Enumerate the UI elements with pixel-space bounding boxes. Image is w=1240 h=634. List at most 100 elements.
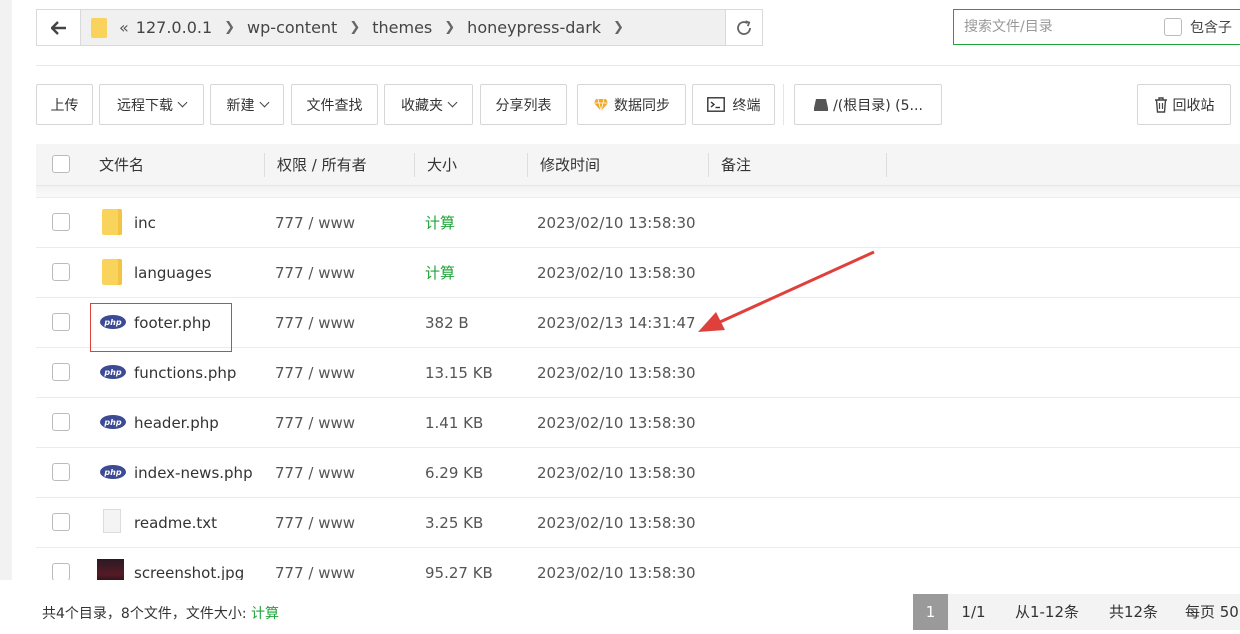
breadcrumb-item[interactable]: 127.0.0.1	[136, 18, 212, 37]
file-mtime: 2023/02/13 14:31:47	[537, 314, 696, 332]
table-row[interactable]: readme.txt 777 / www 3.25 KB 2023/02/10 …	[36, 498, 1240, 548]
terminal-label: 终端	[732, 97, 761, 114]
row-checkbox[interactable]	[52, 463, 70, 481]
file-size: 6.29 KB	[425, 464, 484, 482]
refresh-icon	[737, 19, 751, 35]
column-resizer[interactable]	[264, 153, 265, 177]
file-size: 3.25 KB	[425, 514, 484, 532]
upload-label: 上传	[50, 97, 79, 114]
include-subdir-label: 包含子	[1190, 20, 1232, 36]
image-thumbnail-icon	[97, 559, 124, 580]
row-checkbox[interactable]	[52, 313, 70, 331]
file-permission[interactable]: 777 / www	[275, 448, 355, 498]
column-header-size[interactable]: 大小	[427, 144, 457, 186]
file-mtime: 2023/02/10 13:58:30	[537, 414, 696, 432]
file-permission[interactable]: 777 / www	[275, 298, 355, 348]
disk-label: /(根目录) (5...	[833, 97, 923, 114]
disk-icon	[814, 98, 829, 111]
share-list-label: 分享列表	[495, 97, 552, 114]
php-icon-text: php	[100, 415, 126, 429]
remote-download-label: 远程下载	[117, 97, 173, 114]
chevron-down-icon	[259, 97, 269, 108]
file-name[interactable]: screenshot.jpg	[134, 548, 244, 580]
refresh-button[interactable]	[725, 10, 762, 45]
file-name[interactable]: functions.php	[134, 348, 236, 398]
file-permission[interactable]: 777 / www	[275, 248, 355, 298]
total-count: 共12条	[1095, 594, 1172, 630]
breadcrumb-overflow[interactable]: «	[119, 18, 129, 37]
table-row[interactable]: php index-news.php 777 / www 6.29 KB 202…	[36, 448, 1240, 498]
column-resizer[interactable]	[886, 153, 887, 177]
file-mtime: 2023/02/10 13:58:30	[537, 364, 696, 382]
file-name[interactable]: index-news.php	[134, 448, 253, 498]
table-row[interactable]: php header.php 777 / www 1.41 KB 2023/02…	[36, 398, 1240, 448]
column-header-note: 备注	[721, 156, 752, 174]
file-name[interactable]: header.php	[134, 398, 219, 448]
table-row[interactable]: languages 777 / www 计算 2023/02/10 13:58:…	[36, 248, 1240, 298]
back-button[interactable]	[37, 10, 81, 45]
row-checkbox[interactable]	[52, 363, 70, 381]
remote-download-button[interactable]: 远程下载	[99, 84, 204, 125]
terminal-button[interactable]: 终端	[692, 84, 775, 125]
calculate-size-link[interactable]: 计算	[425, 248, 455, 298]
include-subdir-checkbox[interactable]: 包含子	[1164, 17, 1232, 37]
chevron-down-icon	[177, 97, 188, 108]
per-page-select[interactable]: 每页 50	[1172, 594, 1240, 630]
column-header-perm[interactable]: 权限 / 所有者	[277, 144, 367, 186]
page-indicator: 1/1	[948, 594, 999, 630]
breadcrumb-item[interactable]: wp-content	[247, 18, 337, 37]
file-name[interactable]: inc	[134, 198, 156, 248]
file-permission[interactable]: 777 / www	[275, 398, 355, 448]
column-header-mtime[interactable]: 修改时间	[540, 144, 600, 186]
breadcrumb-item[interactable]: honeypress-dark	[467, 18, 601, 37]
column-resizer[interactable]	[414, 153, 415, 177]
table-row[interactable]: inc 777 / www 计算 2023/02/10 13:58:30	[36, 198, 1240, 248]
search-input[interactable]	[954, 10, 1164, 44]
arrow-left-icon	[50, 20, 66, 35]
file-search-button[interactable]: 文件查找	[291, 84, 378, 125]
php-icon-text: php	[100, 365, 126, 379]
row-checkbox[interactable]	[52, 513, 70, 531]
row-checkbox[interactable]	[52, 213, 70, 231]
search-box: 包含子	[953, 9, 1240, 45]
summary-text: 共4个目录，8个文件，文件大小: 计算	[42, 603, 279, 623]
header-spacer	[36, 186, 1240, 198]
column-resizer[interactable]	[708, 153, 709, 177]
summary-label: 共4个目录，8个文件，文件大小:	[42, 606, 251, 622]
file-permission[interactable]: 777 / www	[275, 348, 355, 398]
column-resizer[interactable]	[527, 153, 528, 177]
data-sync-button[interactable]: 数据同步	[577, 84, 686, 125]
file-name[interactable]: readme.txt	[134, 498, 217, 548]
status-footer: 共4个目录，8个文件，文件大小: 计算 1 1/1 从1-12条 共12条 每页…	[0, 580, 1240, 634]
upload-button[interactable]: 上传	[36, 84, 93, 125]
row-checkbox[interactable]	[52, 563, 70, 580]
file-name[interactable]: languages	[134, 248, 212, 298]
share-list-button[interactable]: 分享列表	[480, 84, 567, 125]
new-label: 新建	[226, 97, 255, 114]
table-row[interactable]: php functions.php 777 / www 13.15 KB 202…	[36, 348, 1240, 398]
calculate-size-link[interactable]: 计算	[425, 198, 455, 248]
select-all-checkbox[interactable]	[52, 155, 70, 173]
left-edge	[0, 0, 12, 634]
recycle-bin-button[interactable]: 回收站	[1137, 84, 1231, 125]
file-permission[interactable]: 777 / www	[275, 198, 355, 248]
calculate-total-link[interactable]: 计算	[251, 606, 279, 622]
file-size: 13.15 KB	[425, 364, 493, 382]
folder-icon	[91, 17, 107, 38]
new-button[interactable]: 新建	[210, 84, 284, 125]
column-header-name[interactable]: 文件名	[99, 144, 144, 186]
file-permission[interactable]: 777 / www	[275, 548, 355, 580]
breadcrumb: « 127.0.0.1 ❯ wp-content ❯ themes ❯ hone…	[81, 10, 725, 45]
favorites-button[interactable]: 收藏夹	[384, 84, 473, 125]
chevron-right-icon: ❯	[613, 20, 624, 35]
row-checkbox[interactable]	[52, 413, 70, 431]
table-row[interactable]: screenshot.jpg 777 / www 95.27 KB 2023/0…	[36, 548, 1240, 580]
current-page[interactable]: 1	[913, 594, 948, 630]
breadcrumb-item[interactable]: themes	[372, 18, 432, 37]
file-list: inc 777 / www 计算 2023/02/10 13:58:30 lan…	[36, 198, 1240, 580]
range-text: 从1-12条	[999, 594, 1095, 630]
file-permission[interactable]: 777 / www	[275, 498, 355, 548]
disk-button[interactable]: /(根目录) (5...	[794, 84, 942, 125]
checkbox[interactable]	[1164, 18, 1182, 36]
row-checkbox[interactable]	[52, 263, 70, 281]
